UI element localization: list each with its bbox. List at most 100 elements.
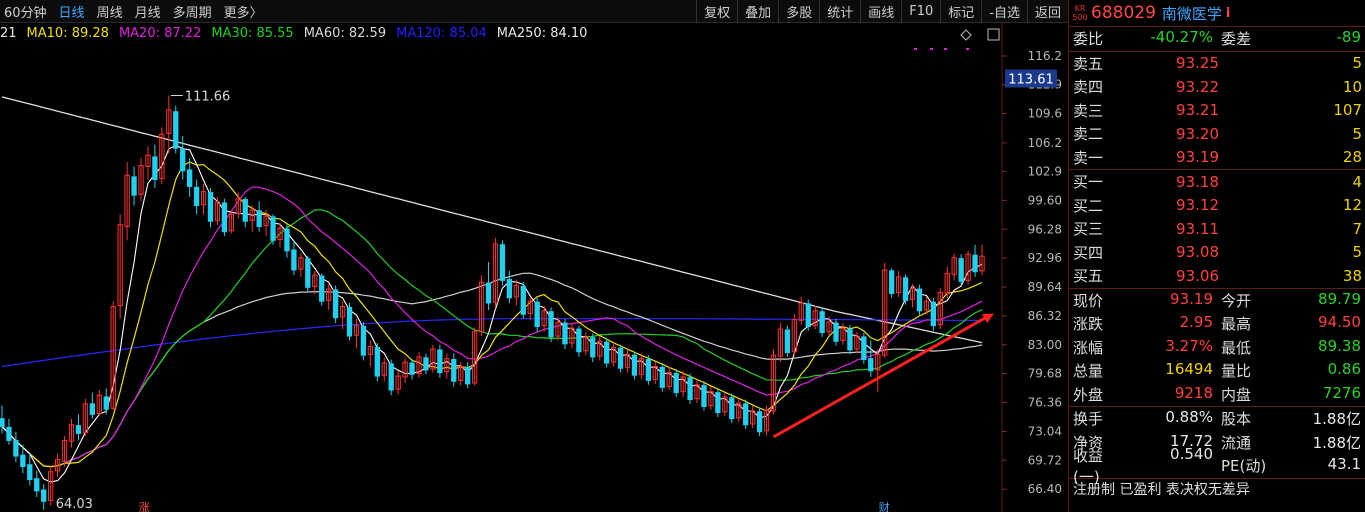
candle-body	[465, 366, 471, 385]
level-volume: 38	[1342, 266, 1362, 285]
stat-value: 9218	[1174, 383, 1213, 402]
level-volume: 107	[1333, 101, 1362, 120]
indicator-dot	[914, 48, 917, 50]
stat-label: 外盘	[1073, 385, 1104, 404]
candle-body	[75, 425, 82, 434]
panel-toggle-icon	[987, 28, 1000, 41]
tab-more[interactable]: 更多〉	[220, 2, 271, 21]
stat-value: 0.88%	[1165, 408, 1213, 427]
orderbook-row[interactable]: 卖五 93.25 5	[1069, 52, 1365, 76]
candle-body	[34, 478, 40, 492]
level-price: 93.08	[1176, 243, 1219, 262]
stat-value: 1.88亿	[1312, 433, 1361, 452]
orderbook-row[interactable]: 卖三 93.21 107	[1069, 99, 1365, 123]
candle-body	[576, 328, 582, 353]
tab-daily[interactable]: 日线	[55, 2, 93, 21]
kline-chart[interactable]: 116.2112.9109.6106.2102.999.6096.2892.96…	[0, 22, 1068, 512]
stat-label: 量比	[1221, 362, 1252, 381]
y-tick-label: 69.72	[1028, 453, 1062, 467]
candle-body	[590, 337, 596, 358]
stat-label: 流通	[1221, 433, 1252, 452]
candle-body	[173, 111, 179, 149]
orderbook-row[interactable]: 买五 93.06 38	[1069, 264, 1365, 288]
level-price: 93.22	[1176, 77, 1219, 96]
remove-watchlist-button[interactable]: -自选	[981, 0, 1027, 22]
y-tick-label: 89.64	[1028, 280, 1062, 294]
f10-button[interactable]: F10	[901, 0, 940, 22]
y-tick-label: 99.60	[1028, 193, 1062, 207]
candle-body	[284, 228, 290, 252]
tab-multi-period[interactable]: 多周期	[169, 2, 220, 21]
stat-row: 涨幅 3.27% 最低 89.38	[1069, 336, 1365, 360]
candle-body	[888, 270, 895, 294]
stat-label: 股本	[1221, 410, 1252, 429]
low-annotation: 64.03	[56, 497, 93, 512]
level-price: 93.11	[1176, 219, 1219, 238]
level-volume: 5	[1352, 243, 1362, 262]
high-annotation: 111.66	[185, 89, 231, 104]
candle-body	[756, 411, 763, 433]
stat-label: 收益(一)	[1073, 446, 1104, 486]
tab-60min[interactable]: 60分钟	[0, 2, 55, 21]
stat-label: 涨跌	[1073, 315, 1104, 334]
y-tick-label: 86.32	[1028, 309, 1062, 323]
stat-label: PE(动)	[1221, 457, 1267, 476]
sell-orderbook: 卖五 93.25 5 卖四 93.22 10 卖三 93.21 107 卖二 93.20 5 卖一 93.…	[1069, 52, 1365, 170]
kr500-badge: KR 500	[1071, 4, 1089, 22]
level-label: 卖一	[1073, 148, 1104, 167]
draw-line-button[interactable]: 画线	[860, 0, 901, 22]
multi-stock-button[interactable]: 多股	[778, 0, 819, 22]
stat-value: 2.95	[1179, 313, 1213, 332]
orderbook-row[interactable]: 卖四 93.22 10	[1069, 75, 1365, 99]
period-tabs: 60分钟 日线 周线 月线 多周期 更多〉	[0, 0, 271, 22]
orderbook-row[interactable]: 买三 93.11 7	[1069, 217, 1365, 241]
stock-name[interactable]: 南微医学	[1162, 3, 1222, 24]
weibi-value: -40.27%	[1150, 28, 1213, 47]
candle-body	[374, 346, 380, 377]
stat-row: 换手 0.88% 股本 1.88亿	[1069, 407, 1365, 431]
info-icon[interactable]: i	[1226, 6, 1230, 21]
level-volume: 28	[1342, 148, 1362, 167]
orderbook-row[interactable]: 卖二 93.20 5	[1069, 122, 1365, 146]
stat-value: 94.50	[1318, 313, 1361, 332]
statistics-button[interactable]: 统计	[819, 0, 860, 22]
back-button[interactable]: 返回	[1026, 0, 1068, 22]
tab-weekly[interactable]: 周线	[93, 2, 131, 21]
bottom-marker-cai: 财	[879, 500, 890, 512]
orderbook-row[interactable]: 买二 93.12 12	[1069, 194, 1365, 218]
mark-button[interactable]: 标记	[940, 0, 981, 22]
stat-value: 7276	[1322, 383, 1361, 402]
tab-monthly[interactable]: 月线	[131, 2, 169, 21]
level-label: 买五	[1073, 267, 1104, 286]
candle-body	[673, 372, 679, 394]
overlay-button[interactable]: 叠加	[737, 0, 778, 22]
weicha-label: 委差	[1221, 30, 1252, 49]
candle-body	[729, 397, 735, 420]
level-price: 93.12	[1176, 196, 1219, 215]
candle-body	[534, 301, 540, 327]
candle-body	[180, 148, 186, 172]
candle-body	[617, 347, 624, 369]
candle-body	[270, 216, 276, 241]
y-tick-label: 83.00	[1028, 338, 1062, 352]
stat-label: 内盘	[1221, 385, 1252, 404]
level-label: 卖四	[1073, 78, 1104, 97]
kr-number: 500	[1072, 13, 1088, 22]
candle-body	[520, 285, 526, 315]
candle-body	[451, 359, 457, 382]
candle-body	[687, 377, 693, 401]
orderbook-row[interactable]: 买四 93.08 5	[1069, 241, 1365, 265]
adjust-button[interactable]: 复权	[696, 0, 737, 22]
candle-body	[701, 385, 707, 408]
stat-row: 涨跌 2.95 最高 94.50	[1069, 312, 1365, 336]
weicha-value: -89	[1336, 28, 1362, 47]
level-label: 卖五	[1073, 54, 1104, 73]
orderbook-row[interactable]: 卖一 93.19 28	[1069, 146, 1365, 170]
orderbook-row[interactable]: 买一 93.18 4	[1069, 170, 1365, 194]
candle-body	[902, 277, 909, 301]
level-label: 买一	[1073, 173, 1104, 192]
candle-body	[562, 322, 568, 345]
stock-header: KR 500 688029 南微医学 i	[1069, 0, 1365, 27]
ma250-value: MA250: 84.10	[496, 25, 588, 41]
ma-legend: 21 MA10: 89.28 MA20: 87.22 MA30: 85.55 M…	[0, 24, 597, 42]
